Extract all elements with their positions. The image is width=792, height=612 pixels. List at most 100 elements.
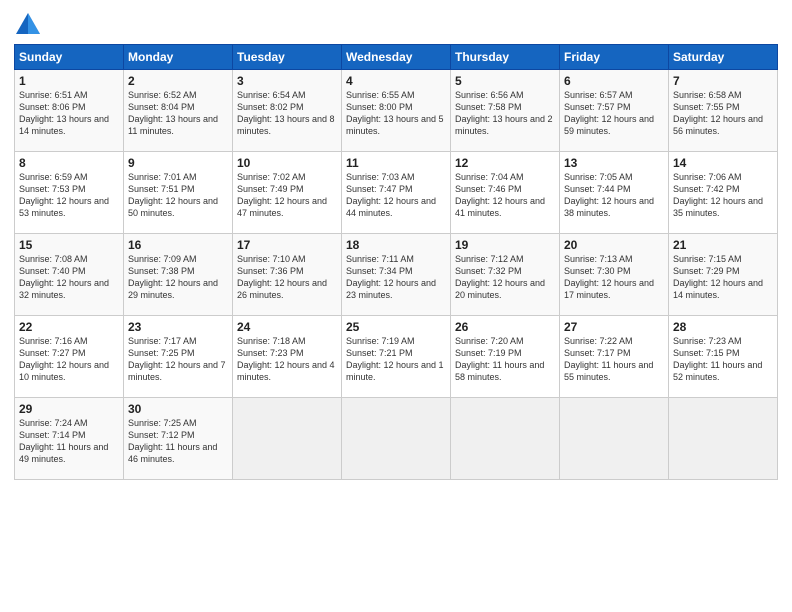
- cell-details: Sunrise: 7:16 AMSunset: 7:27 PMDaylight:…: [19, 335, 119, 384]
- calendar-cell: 19Sunrise: 7:12 AMSunset: 7:32 PMDayligh…: [451, 234, 560, 316]
- day-number: 17: [237, 238, 337, 252]
- calendar-cell: 28Sunrise: 7:23 AMSunset: 7:15 PMDayligh…: [669, 316, 778, 398]
- calendar-table: SundayMondayTuesdayWednesdayThursdayFrid…: [14, 44, 778, 480]
- day-number: 15: [19, 238, 119, 252]
- cell-details: Sunrise: 7:24 AMSunset: 7:14 PMDaylight:…: [19, 417, 119, 466]
- day-number: 5: [455, 74, 555, 88]
- cell-details: Sunrise: 7:15 AMSunset: 7:29 PMDaylight:…: [673, 253, 773, 302]
- calendar-cell: 11Sunrise: 7:03 AMSunset: 7:47 PMDayligh…: [342, 152, 451, 234]
- calendar-cell: 26Sunrise: 7:20 AMSunset: 7:19 PMDayligh…: [451, 316, 560, 398]
- cell-details: Sunrise: 7:10 AMSunset: 7:36 PMDaylight:…: [237, 253, 337, 302]
- calendar-cell: 5Sunrise: 6:56 AMSunset: 7:58 PMDaylight…: [451, 70, 560, 152]
- day-number: 21: [673, 238, 773, 252]
- cell-details: Sunrise: 7:09 AMSunset: 7:38 PMDaylight:…: [128, 253, 228, 302]
- calendar-cell: 2Sunrise: 6:52 AMSunset: 8:04 PMDaylight…: [124, 70, 233, 152]
- calendar-cell: 13Sunrise: 7:05 AMSunset: 7:44 PMDayligh…: [560, 152, 669, 234]
- day-number: 20: [564, 238, 664, 252]
- cell-details: Sunrise: 7:11 AMSunset: 7:34 PMDaylight:…: [346, 253, 446, 302]
- calendar-cell: 18Sunrise: 7:11 AMSunset: 7:34 PMDayligh…: [342, 234, 451, 316]
- logo: [14, 10, 46, 38]
- day-number: 3: [237, 74, 337, 88]
- calendar-cell: 16Sunrise: 7:09 AMSunset: 7:38 PMDayligh…: [124, 234, 233, 316]
- day-number: 18: [346, 238, 446, 252]
- cell-details: Sunrise: 7:08 AMSunset: 7:40 PMDaylight:…: [19, 253, 119, 302]
- day-number: 9: [128, 156, 228, 170]
- cell-details: Sunrise: 7:22 AMSunset: 7:17 PMDaylight:…: [564, 335, 664, 384]
- day-number: 13: [564, 156, 664, 170]
- calendar-body: 1Sunrise: 6:51 AMSunset: 8:06 PMDaylight…: [15, 70, 778, 480]
- calendar-cell: 10Sunrise: 7:02 AMSunset: 7:49 PMDayligh…: [233, 152, 342, 234]
- day-number: 22: [19, 320, 119, 334]
- column-header-friday: Friday: [560, 45, 669, 70]
- cell-details: Sunrise: 7:17 AMSunset: 7:25 PMDaylight:…: [128, 335, 228, 384]
- column-header-tuesday: Tuesday: [233, 45, 342, 70]
- cell-details: Sunrise: 6:51 AMSunset: 8:06 PMDaylight:…: [19, 89, 119, 138]
- calendar-cell: 27Sunrise: 7:22 AMSunset: 7:17 PMDayligh…: [560, 316, 669, 398]
- day-number: 28: [673, 320, 773, 334]
- day-number: 27: [564, 320, 664, 334]
- column-header-saturday: Saturday: [669, 45, 778, 70]
- cell-details: Sunrise: 7:25 AMSunset: 7:12 PMDaylight:…: [128, 417, 228, 466]
- cell-details: Sunrise: 7:06 AMSunset: 7:42 PMDaylight:…: [673, 171, 773, 220]
- cell-details: Sunrise: 6:57 AMSunset: 7:57 PMDaylight:…: [564, 89, 664, 138]
- day-number: 10: [237, 156, 337, 170]
- calendar-cell: 30Sunrise: 7:25 AMSunset: 7:12 PMDayligh…: [124, 398, 233, 480]
- calendar-cell: 22Sunrise: 7:16 AMSunset: 7:27 PMDayligh…: [15, 316, 124, 398]
- day-number: 6: [564, 74, 664, 88]
- calendar-cell: [451, 398, 560, 480]
- day-number: 14: [673, 156, 773, 170]
- cell-details: Sunrise: 6:54 AMSunset: 8:02 PMDaylight:…: [237, 89, 337, 138]
- day-number: 2: [128, 74, 228, 88]
- cell-details: Sunrise: 7:19 AMSunset: 7:21 PMDaylight:…: [346, 335, 446, 384]
- calendar-cell: 21Sunrise: 7:15 AMSunset: 7:29 PMDayligh…: [669, 234, 778, 316]
- calendar-cell: 24Sunrise: 7:18 AMSunset: 7:23 PMDayligh…: [233, 316, 342, 398]
- day-number: 23: [128, 320, 228, 334]
- cell-details: Sunrise: 7:23 AMSunset: 7:15 PMDaylight:…: [673, 335, 773, 384]
- cell-details: Sunrise: 6:56 AMSunset: 7:58 PMDaylight:…: [455, 89, 555, 138]
- calendar-cell: 29Sunrise: 7:24 AMSunset: 7:14 PMDayligh…: [15, 398, 124, 480]
- calendar-cell: [233, 398, 342, 480]
- cell-details: Sunrise: 7:03 AMSunset: 7:47 PMDaylight:…: [346, 171, 446, 220]
- calendar-cell: [669, 398, 778, 480]
- calendar-cell: 20Sunrise: 7:13 AMSunset: 7:30 PMDayligh…: [560, 234, 669, 316]
- calendar-cell: [342, 398, 451, 480]
- cell-details: Sunrise: 6:59 AMSunset: 7:53 PMDaylight:…: [19, 171, 119, 220]
- calendar-cell: 9Sunrise: 7:01 AMSunset: 7:51 PMDaylight…: [124, 152, 233, 234]
- calendar-cell: 3Sunrise: 6:54 AMSunset: 8:02 PMDaylight…: [233, 70, 342, 152]
- day-number: 11: [346, 156, 446, 170]
- column-header-thursday: Thursday: [451, 45, 560, 70]
- day-number: 30: [128, 402, 228, 416]
- cell-details: Sunrise: 7:20 AMSunset: 7:19 PMDaylight:…: [455, 335, 555, 384]
- day-number: 25: [346, 320, 446, 334]
- page-header: [14, 10, 778, 38]
- day-number: 1: [19, 74, 119, 88]
- calendar-week-row: 1Sunrise: 6:51 AMSunset: 8:06 PMDaylight…: [15, 70, 778, 152]
- cell-details: Sunrise: 6:55 AMSunset: 8:00 PMDaylight:…: [346, 89, 446, 138]
- calendar-cell: 8Sunrise: 6:59 AMSunset: 7:53 PMDaylight…: [15, 152, 124, 234]
- column-header-sunday: Sunday: [15, 45, 124, 70]
- calendar-cell: 7Sunrise: 6:58 AMSunset: 7:55 PMDaylight…: [669, 70, 778, 152]
- cell-details: Sunrise: 7:04 AMSunset: 7:46 PMDaylight:…: [455, 171, 555, 220]
- day-number: 24: [237, 320, 337, 334]
- calendar-header-row: SundayMondayTuesdayWednesdayThursdayFrid…: [15, 45, 778, 70]
- day-number: 12: [455, 156, 555, 170]
- column-header-monday: Monday: [124, 45, 233, 70]
- cell-details: Sunrise: 7:05 AMSunset: 7:44 PMDaylight:…: [564, 171, 664, 220]
- day-number: 19: [455, 238, 555, 252]
- calendar-week-row: 29Sunrise: 7:24 AMSunset: 7:14 PMDayligh…: [15, 398, 778, 480]
- calendar-cell: 17Sunrise: 7:10 AMSunset: 7:36 PMDayligh…: [233, 234, 342, 316]
- cell-details: Sunrise: 6:52 AMSunset: 8:04 PMDaylight:…: [128, 89, 228, 138]
- logo-icon: [14, 10, 42, 38]
- calendar-cell: 4Sunrise: 6:55 AMSunset: 8:00 PMDaylight…: [342, 70, 451, 152]
- calendar-cell: [560, 398, 669, 480]
- calendar-cell: 14Sunrise: 7:06 AMSunset: 7:42 PMDayligh…: [669, 152, 778, 234]
- day-number: 26: [455, 320, 555, 334]
- calendar-cell: 15Sunrise: 7:08 AMSunset: 7:40 PMDayligh…: [15, 234, 124, 316]
- calendar-week-row: 22Sunrise: 7:16 AMSunset: 7:27 PMDayligh…: [15, 316, 778, 398]
- cell-details: Sunrise: 7:13 AMSunset: 7:30 PMDaylight:…: [564, 253, 664, 302]
- calendar-cell: 12Sunrise: 7:04 AMSunset: 7:46 PMDayligh…: [451, 152, 560, 234]
- calendar-cell: 23Sunrise: 7:17 AMSunset: 7:25 PMDayligh…: [124, 316, 233, 398]
- calendar-cell: 6Sunrise: 6:57 AMSunset: 7:57 PMDaylight…: [560, 70, 669, 152]
- day-number: 8: [19, 156, 119, 170]
- cell-details: Sunrise: 7:02 AMSunset: 7:49 PMDaylight:…: [237, 171, 337, 220]
